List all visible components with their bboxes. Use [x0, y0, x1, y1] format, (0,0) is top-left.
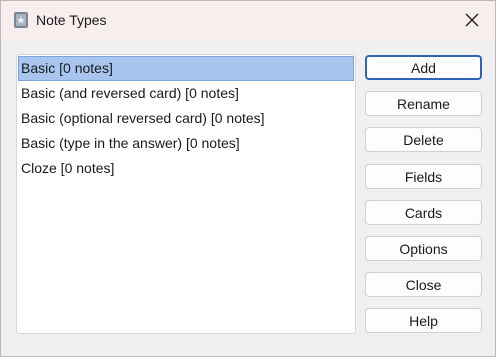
title-bar: Note Types	[1, 1, 495, 39]
list-item[interactable]: Basic (and reversed card) [0 notes]	[18, 81, 354, 106]
list-item[interactable]: Basic (type in the answer) [0 notes]	[18, 131, 354, 156]
note-types-list[interactable]: Basic [0 notes] Basic (and reversed card…	[16, 54, 356, 334]
list-item[interactable]: Cloze [0 notes]	[18, 156, 354, 181]
add-button[interactable]: Add	[365, 55, 482, 80]
close-icon[interactable]	[457, 6, 487, 34]
list-item[interactable]: Basic [0 notes]	[18, 56, 354, 81]
rename-button[interactable]: Rename	[365, 91, 482, 117]
fields-button[interactable]: Fields	[365, 163, 482, 189]
cards-button[interactable]: Cards	[365, 199, 482, 225]
list-item[interactable]: Basic (optional reversed card) [0 notes]	[18, 106, 354, 131]
help-button[interactable]: Help	[365, 308, 482, 334]
anki-app-icon	[13, 11, 29, 29]
delete-button[interactable]: Delete	[365, 127, 482, 153]
button-column: Add Rename Delete Fields Cards Options C…	[365, 55, 482, 345]
window-title: Note Types	[36, 12, 107, 28]
options-button[interactable]: Options	[365, 235, 482, 261]
close-button[interactable]: Close	[365, 272, 482, 298]
note-types-dialog: Note Types Basic [0 notes] Basic (and re…	[0, 0, 496, 357]
